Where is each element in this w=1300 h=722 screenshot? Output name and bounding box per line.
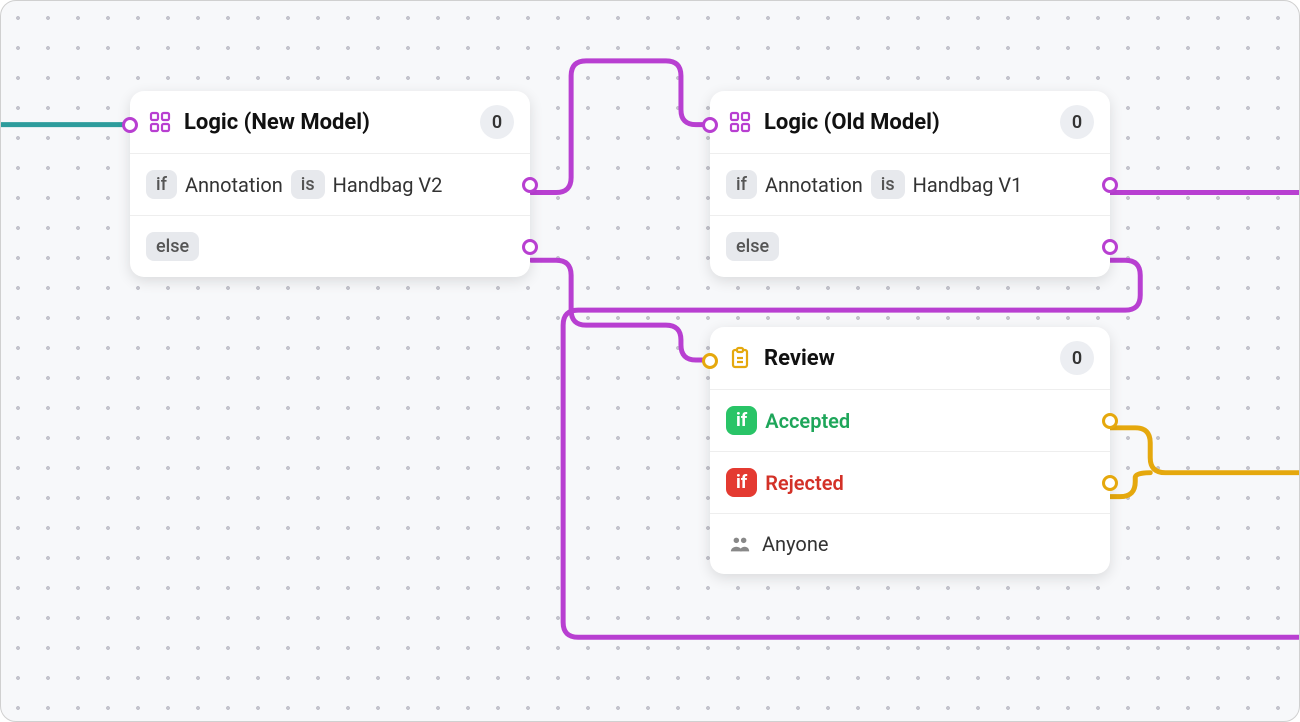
anyone-label: Anyone — [762, 532, 828, 556]
else-pill: else — [146, 232, 199, 261]
review-header[interactable]: Review 0 — [710, 327, 1110, 389]
review-count: 0 — [1060, 341, 1094, 375]
logic-new-else-row[interactable]: else — [130, 215, 530, 277]
if-field: Annotation — [765, 173, 863, 197]
logic-old-title: Logic (Old Model) — [764, 110, 1050, 135]
logic-new-if-row[interactable]: if Annotation is Handbag V2 — [130, 153, 530, 215]
if-value: Handbag V2 — [333, 173, 443, 197]
logic-new-title: Logic (New Model) — [184, 110, 470, 135]
if-pill-red: if — [726, 468, 757, 497]
accepted-label: Accepted — [765, 409, 850, 433]
people-icon — [726, 530, 754, 558]
logic-old-header[interactable]: Logic (Old Model) 0 — [710, 91, 1110, 153]
logic-new-else-output-port[interactable] — [522, 239, 538, 255]
logic-icon — [726, 108, 754, 136]
logic-new-header[interactable]: Logic (New Model) 0 — [130, 91, 530, 153]
review-node[interactable]: Review 0 if Accepted if Rejected Anyone — [710, 327, 1110, 574]
logic-old-input-port[interactable] — [702, 117, 718, 133]
logic-old-else-row[interactable]: else — [710, 215, 1110, 277]
logic-new-input-port[interactable] — [122, 117, 138, 133]
is-pill: is — [871, 170, 905, 199]
logic-old-count: 0 — [1060, 105, 1094, 139]
if-pill-green: if — [726, 406, 757, 435]
if-pill: if — [726, 170, 757, 199]
review-rejected-output-port[interactable] — [1102, 475, 1118, 491]
logic-icon — [146, 108, 174, 136]
review-accepted-row[interactable]: if Accepted — [710, 389, 1110, 451]
logic-old-if-row[interactable]: if Annotation is Handbag V1 — [710, 153, 1110, 215]
logic-old-node[interactable]: Logic (Old Model) 0 if Annotation is Han… — [710, 91, 1110, 277]
else-pill: else — [726, 232, 779, 261]
review-title: Review — [764, 346, 1050, 371]
if-value: Handbag V1 — [913, 173, 1023, 197]
logic-new-if-output-port[interactable] — [522, 177, 538, 193]
review-accepted-output-port[interactable] — [1102, 413, 1118, 429]
workflow-canvas[interactable]: Logic (New Model) 0 if Annotation is Han… — [0, 0, 1300, 722]
if-pill: if — [146, 170, 177, 199]
if-field: Annotation — [185, 173, 283, 197]
logic-old-else-output-port[interactable] — [1102, 239, 1118, 255]
review-anyone-row[interactable]: Anyone — [710, 513, 1110, 574]
review-input-port[interactable] — [702, 353, 718, 369]
logic-new-count: 0 — [480, 105, 514, 139]
clipboard-icon — [726, 344, 754, 372]
is-pill: is — [291, 170, 325, 199]
logic-new-node[interactable]: Logic (New Model) 0 if Annotation is Han… — [130, 91, 530, 277]
rejected-label: Rejected — [765, 471, 844, 495]
review-rejected-row[interactable]: if Rejected — [710, 451, 1110, 513]
logic-old-if-output-port[interactable] — [1102, 177, 1118, 193]
